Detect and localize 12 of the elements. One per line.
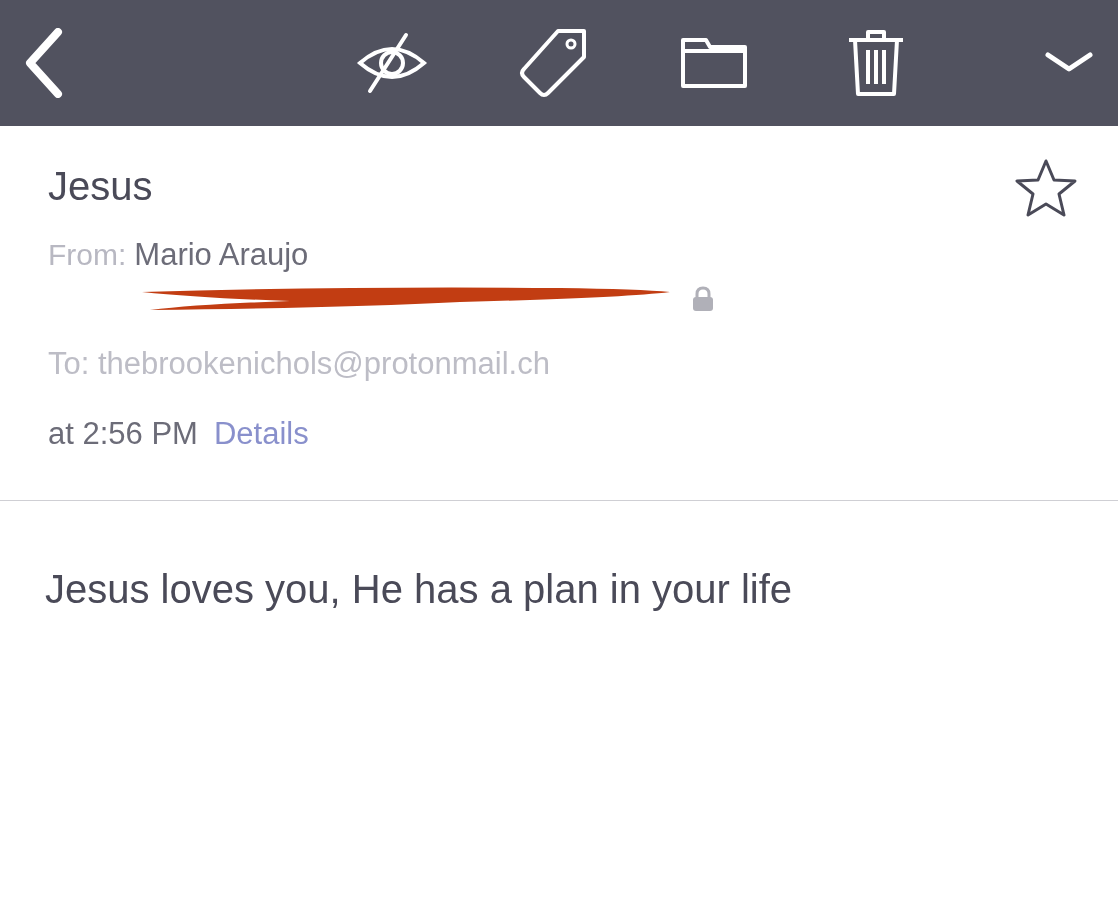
details-link[interactable]: Details [213, 411, 309, 458]
sender-name: Mario Araujo [134, 236, 309, 274]
sent-time: at 2:56 PM [48, 415, 198, 453]
recipient-address: To: thebrookenichols@protonmail.ch [48, 344, 551, 383]
hide-icon[interactable] [356, 31, 428, 95]
star-button[interactable] [1014, 158, 1078, 218]
folder-icon[interactable] [680, 37, 748, 89]
email-body: Jesus loves you, He has a plan in your life [44, 566, 794, 613]
email-subject: Jesus [48, 166, 153, 206]
from-label: From: [48, 237, 127, 273]
delete-icon[interactable] [846, 28, 906, 98]
lock-icon [692, 285, 714, 312]
